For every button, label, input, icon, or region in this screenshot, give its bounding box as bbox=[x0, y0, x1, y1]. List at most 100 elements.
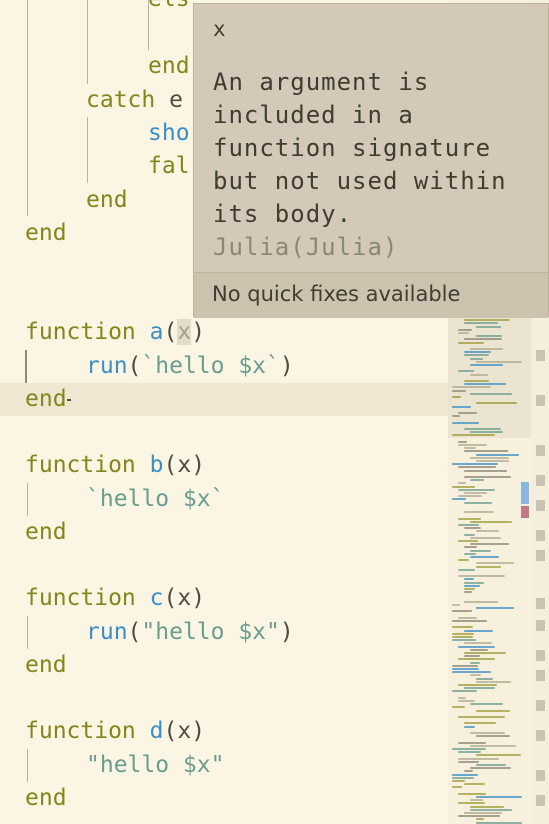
minimap-line bbox=[470, 364, 503, 366]
tooltip-message: An argument is included in a function si… bbox=[213, 66, 533, 264]
minimap-line bbox=[464, 546, 477, 549]
minimap-line bbox=[470, 808, 512, 811]
minimap-line bbox=[476, 565, 501, 568]
function-name: b bbox=[149, 452, 164, 478]
minimap-line bbox=[458, 444, 487, 446]
minimap-line bbox=[458, 802, 485, 805]
function-call: sho bbox=[148, 120, 190, 146]
signature: (x) bbox=[163, 718, 206, 744]
minimap-line bbox=[476, 360, 522, 363]
code-text: e bbox=[155, 87, 183, 113]
code-line: function c(x) bbox=[25, 582, 205, 615]
minimap-line bbox=[464, 783, 485, 786]
minimap-line bbox=[470, 732, 505, 734]
minimap-line bbox=[452, 463, 498, 466]
minimap-line bbox=[464, 722, 496, 725]
minimap-line bbox=[458, 559, 469, 562]
minimap-line bbox=[464, 383, 506, 386]
minimap-line bbox=[452, 636, 473, 638]
keyword: end bbox=[25, 652, 67, 678]
code-line: `hello $x` bbox=[86, 483, 224, 516]
string-literal: "hello $x" bbox=[141, 619, 280, 645]
minimap-line bbox=[476, 680, 511, 683]
minimap-line bbox=[464, 591, 472, 594]
minimap-line bbox=[476, 607, 514, 610]
minimap-line bbox=[464, 533, 475, 536]
signature: (x) bbox=[163, 452, 206, 478]
minimap-line bbox=[458, 482, 466, 485]
minimap-line bbox=[470, 556, 499, 558]
signature: (x) bbox=[163, 585, 206, 611]
diagnostic-text: An argument is included in a function si… bbox=[213, 68, 507, 228]
keyword: function bbox=[25, 319, 136, 345]
minimap-line bbox=[464, 492, 487, 494]
minimap-line bbox=[476, 764, 506, 766]
minimap-line bbox=[458, 741, 486, 744]
keyword: fal bbox=[148, 153, 190, 179]
minimap-line bbox=[458, 517, 481, 520]
keyword: function bbox=[25, 585, 136, 611]
minimap-line bbox=[470, 357, 483, 360]
minimap-line bbox=[476, 677, 493, 680]
minimap-line bbox=[452, 415, 460, 418]
minimap-line bbox=[452, 776, 474, 779]
code-line: sho bbox=[148, 117, 190, 150]
minimap-line bbox=[470, 431, 503, 434]
keyword: function bbox=[25, 452, 136, 478]
minimap-line bbox=[458, 716, 505, 718]
minimap-line bbox=[458, 645, 495, 648]
scrollbar-marker bbox=[536, 730, 545, 741]
minimap-line bbox=[458, 760, 479, 763]
minimap-line bbox=[452, 706, 465, 709]
code-line: end bbox=[25, 649, 67, 682]
indent-guide bbox=[27, 749, 28, 782]
minimap-line bbox=[452, 626, 473, 629]
scrollbar-marker bbox=[536, 350, 545, 361]
minimap-line bbox=[452, 664, 478, 667]
minimap-line bbox=[464, 447, 476, 450]
minimap-line bbox=[458, 466, 496, 469]
minimap-line bbox=[458, 815, 500, 818]
keyword: end bbox=[25, 519, 67, 545]
scrollbar-marker bbox=[536, 475, 545, 486]
scrollbar-marker bbox=[536, 395, 545, 406]
minimap-line bbox=[452, 639, 476, 642]
scrollbar-marker bbox=[536, 550, 545, 561]
minimap-line bbox=[452, 604, 460, 606]
scrollbar-marker bbox=[536, 530, 545, 541]
keyword: function bbox=[25, 718, 136, 744]
cursor bbox=[66, 398, 71, 401]
minimap-line bbox=[470, 744, 516, 747]
minimap-line bbox=[458, 616, 477, 619]
minimap-line bbox=[452, 485, 475, 488]
code-line: fal bbox=[148, 150, 190, 183]
minimap-line bbox=[464, 655, 480, 658]
quick-fix-status: No quick fixes available bbox=[212, 282, 461, 306]
unused-argument[interactable]: x bbox=[177, 319, 192, 345]
minimap-line bbox=[470, 456, 509, 459]
minimap-line bbox=[464, 552, 476, 555]
indent-guide bbox=[25, 350, 27, 383]
minimap-line bbox=[476, 325, 501, 328]
keyword: end bbox=[25, 785, 67, 811]
keyword: end bbox=[148, 53, 190, 79]
function-name: a bbox=[149, 319, 164, 345]
minimap-line bbox=[464, 584, 480, 587]
minimap-line bbox=[470, 674, 481, 677]
indent-guide bbox=[87, 117, 88, 183]
minimap-line bbox=[458, 792, 486, 795]
minimap-line bbox=[476, 530, 499, 533]
minimap-line bbox=[452, 405, 471, 408]
minimap-line bbox=[464, 428, 501, 430]
minimap-line bbox=[476, 460, 509, 462]
minimap-line bbox=[452, 773, 478, 776]
minimap-line bbox=[464, 450, 508, 453]
minimap-line bbox=[452, 421, 479, 424]
minimap-line bbox=[470, 661, 480, 664]
keyword: end bbox=[86, 187, 128, 213]
minimap-line bbox=[452, 396, 461, 398]
minimap-line bbox=[464, 588, 475, 590]
minimap-line bbox=[464, 476, 511, 478]
minimap-line bbox=[458, 332, 469, 334]
minimap-line bbox=[452, 671, 491, 674]
